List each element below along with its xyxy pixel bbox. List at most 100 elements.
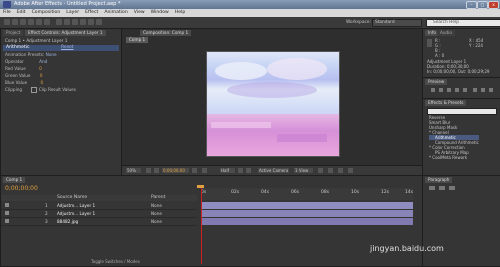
resolution-select[interactable]: Half: [220, 168, 235, 173]
audio-icon[interactable]: [473, 88, 477, 92]
column-parent[interactable]: Parent: [151, 195, 165, 201]
layer-track-bar[interactable]: [201, 210, 413, 217]
brush-tool-icon[interactable]: [72, 19, 78, 25]
menu-layer[interactable]: Layer: [66, 10, 79, 15]
layer-track-bar[interactable]: [201, 202, 413, 209]
fast-preview-icon[interactable]: [328, 168, 333, 173]
composition-preview-image[interactable]: [206, 51, 340, 157]
comp-name-tab[interactable]: Comp 1: [126, 37, 149, 43]
blue-value[interactable]: 0: [40, 80, 43, 85]
last-frame-icon[interactable]: [463, 88, 467, 92]
timeline-icon[interactable]: [338, 168, 343, 173]
puppet-tool-icon[interactable]: [96, 19, 102, 25]
flowchart-icon[interactable]: [348, 168, 353, 173]
grid-icon[interactable]: [146, 168, 151, 173]
visibility-eye-icon[interactable]: [5, 219, 9, 223]
menu-window[interactable]: Window: [151, 10, 169, 15]
watermark-text: jingyan.baidu.com: [370, 244, 444, 253]
snapshot-icon[interactable]: [192, 168, 197, 173]
tab-effect-controls[interactable]: Effect Controls: Adjustment Layer 1: [25, 30, 106, 36]
work-area-start-handle[interactable]: [197, 185, 204, 188]
layer-row[interactable]: 3 88482.jpg None: [1, 218, 197, 226]
ruler-tick: 10s: [351, 190, 360, 195]
toggle-switches-modes[interactable]: Toggle Switches / Modes: [91, 259, 140, 264]
region-of-interest-icon[interactable]: [238, 168, 243, 173]
ruler-tick: 14s: [405, 190, 414, 195]
effects-search-input[interactable]: [427, 108, 497, 115]
effects-presets-panel: Effects & Presets Reverse Smart Blur Uns…: [422, 98, 500, 176]
text-tool-icon[interactable]: [64, 19, 70, 25]
close-button[interactable]: x: [488, 1, 499, 9]
eraser-tool-icon[interactable]: [88, 19, 94, 25]
show-channel-icon[interactable]: [202, 168, 207, 173]
search-help-input[interactable]: Search Help: [426, 19, 500, 27]
tab-composition[interactable]: Composition: Comp 1: [140, 30, 192, 36]
red-value[interactable]: 0: [39, 66, 42, 71]
tab-paragraph[interactable]: Paragraph: [425, 177, 453, 183]
parent-select[interactable]: None: [151, 218, 162, 225]
first-frame-icon[interactable]: [431, 88, 435, 92]
workspace-select[interactable]: Standard: [372, 19, 422, 27]
menu-composition[interactable]: Composition: [32, 10, 61, 15]
maximize-button[interactable]: □: [477, 1, 488, 9]
pan-behind-tool-icon[interactable]: [44, 19, 50, 25]
red-value-row: Red Value 0: [5, 66, 42, 71]
menu-file[interactable]: File: [3, 10, 11, 15]
pen-tool-icon[interactable]: [56, 19, 62, 25]
blue-value-row: Blue Value 0: [5, 80, 44, 85]
clip-checkbox[interactable]: [31, 87, 38, 93]
ram-preview-icon[interactable]: [489, 88, 493, 92]
selection-tool-icon[interactable]: [4, 19, 10, 25]
visibility-eye-icon[interactable]: [5, 203, 9, 207]
toggle-pixel-icon[interactable]: [318, 168, 323, 173]
column-source-name[interactable]: Source Name: [57, 195, 87, 201]
menu-effect[interactable]: Effect: [85, 10, 98, 15]
parent-select[interactable]: None: [151, 202, 162, 209]
visibility-eye-icon[interactable]: [5, 211, 9, 215]
tab-audio[interactable]: Audio: [437, 30, 455, 36]
previous-frame-icon[interactable]: [439, 88, 443, 92]
playhead[interactable]: [201, 188, 202, 264]
animation-presets-select[interactable]: None: [46, 52, 57, 57]
hand-tool-icon[interactable]: [12, 19, 18, 25]
tab-preview[interactable]: Preview: [425, 79, 448, 85]
clone-tool-icon[interactable]: [80, 19, 86, 25]
current-time-display[interactable]: 0;00;00;00: [162, 168, 189, 173]
effect-header[interactable]: Arithmetic Reset: [3, 45, 119, 51]
effect-category[interactable]: * CoolMeta Rework: [429, 155, 479, 160]
operator-select[interactable]: And: [39, 59, 47, 64]
layer-row[interactable]: 2 Adjustm... Layer 1 None: [1, 210, 197, 218]
reset-link[interactable]: Reset: [61, 45, 74, 51]
green-value[interactable]: 0: [40, 73, 43, 78]
loop-icon[interactable]: [481, 88, 485, 92]
camera-select[interactable]: Active Camera: [258, 168, 289, 173]
play-icon[interactable]: [447, 88, 451, 92]
menu-edit[interactable]: Edit: [17, 10, 26, 15]
minimize-button[interactable]: –: [466, 1, 477, 9]
clipping-row: Clipping Clip Result Values: [5, 87, 76, 93]
parent-select[interactable]: None: [151, 210, 162, 217]
layer-row[interactable]: 1 Adjustm... Layer 1 None: [1, 202, 197, 210]
align-center-icon[interactable]: [439, 186, 445, 190]
tab-project[interactable]: Project: [3, 30, 24, 36]
menu-view[interactable]: View: [134, 10, 145, 15]
layer-track-bar[interactable]: [201, 218, 413, 225]
timeline-timecode[interactable]: 0;00;00;00: [5, 185, 38, 192]
align-left-icon[interactable]: [429, 186, 435, 190]
tab-comp-timeline[interactable]: Comp 1: [3, 177, 26, 183]
tab-effects-presets[interactable]: Effects & Presets: [425, 100, 467, 106]
transparency-grid-icon[interactable]: [246, 168, 251, 173]
view-layout-select[interactable]: 1 View: [294, 168, 313, 173]
next-frame-icon[interactable]: [455, 88, 459, 92]
ruler-tick: 08s: [321, 190, 330, 195]
camera-tool-icon[interactable]: [36, 19, 42, 25]
menu-animation[interactable]: Animation: [104, 10, 127, 15]
layer-info: Adjustment Layer 1 Duration: 0;00;30;00 In…: [427, 59, 490, 74]
rotate-tool-icon[interactable]: [28, 19, 34, 25]
zoom-select[interactable]: 50%: [126, 168, 141, 173]
menu-help[interactable]: Help: [175, 10, 185, 15]
mask-icon[interactable]: [154, 168, 159, 173]
time-ruler[interactable]: 0s 02s 04s 06s 08s 10s 12s 14s: [201, 188, 413, 200]
align-right-icon[interactable]: [449, 186, 455, 190]
zoom-tool-icon[interactable]: [20, 19, 26, 25]
